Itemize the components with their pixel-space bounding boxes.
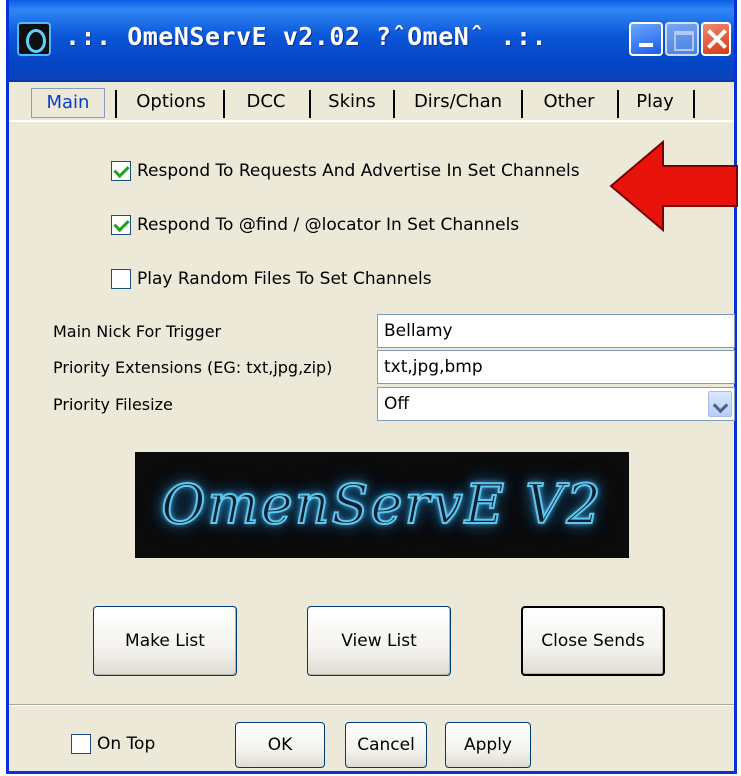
minimize-button[interactable] — [629, 22, 663, 56]
respond-requests-checkbox[interactable] — [111, 161, 131, 181]
logo-text: OmenServE V2 — [160, 472, 603, 537]
tab-separator — [393, 90, 395, 118]
title-bar[interactable]: .:. OmeNServE v2.02 ?ˆOmeNˆ .:. — [9, 0, 734, 82]
tab-dcc[interactable]: DCC — [231, 86, 301, 118]
tab-skins[interactable]: Skins — [317, 86, 387, 118]
tab-separator — [521, 90, 523, 118]
omenserve-window: .:. OmeNServE v2.02 ?ˆOmeNˆ .:. Main Opt… — [6, 0, 738, 774]
app-icon[interactable] — [17, 22, 51, 56]
priority-filesize-label: Priority Filesize — [53, 395, 173, 414]
priority-extensions-input[interactable]: txt,jpg,bmp — [377, 350, 735, 384]
omenserve-logo: OmenServE V2 — [135, 452, 629, 558]
tab-main[interactable]: Main — [31, 88, 105, 118]
play-random-label: Play Random Files To Set Channels — [137, 269, 432, 289]
apply-button[interactable]: Apply — [445, 722, 531, 768]
view-list-button[interactable]: View List — [307, 606, 451, 676]
close-sends-button[interactable]: Close Sends — [521, 606, 665, 676]
chevron-down-icon[interactable] — [708, 391, 732, 417]
tab-separator — [309, 90, 311, 118]
option-respond-find[interactable]: Respond To @find / @locator In Set Chann… — [111, 212, 519, 238]
ok-button[interactable]: OK — [235, 722, 325, 768]
tab-play[interactable]: Play — [625, 86, 685, 118]
tab-separator — [115, 90, 117, 118]
close-button[interactable] — [701, 22, 731, 56]
respond-find-label: Respond To @find / @locator In Set Chann… — [137, 215, 520, 235]
tab-separator — [693, 90, 695, 118]
red-arrow-icon — [609, 140, 738, 232]
option-play-random[interactable]: Play Random Files To Set Channels — [111, 266, 432, 292]
tab-underline — [9, 120, 734, 122]
main-nick-label: Main Nick For Trigger — [53, 322, 222, 341]
play-random-checkbox[interactable] — [111, 269, 131, 289]
window-title: .:. OmeNServE v2.02 ?ˆOmeNˆ .:. — [65, 22, 548, 51]
on-top-checkbox[interactable] — [71, 734, 91, 754]
respond-requests-label: Respond To Requests And Advertise In Set… — [137, 161, 580, 181]
respond-find-checkbox[interactable] — [111, 215, 131, 235]
option-respond-requests[interactable]: Respond To Requests And Advertise In Set… — [111, 158, 580, 184]
tab-options[interactable]: Options — [125, 86, 217, 118]
priority-filesize-value: Off — [384, 394, 410, 414]
make-list-button[interactable]: Make List — [93, 606, 237, 676]
tab-other[interactable]: Other — [529, 86, 609, 118]
maximize-button[interactable] — [665, 22, 699, 56]
cancel-button[interactable]: Cancel — [345, 722, 427, 768]
main-nick-input[interactable]: Bellamy — [377, 314, 735, 348]
priority-extensions-label: Priority Extensions (EG: txt,jpg,zip) — [53, 358, 333, 377]
tab-bar: Main Options DCC Skins Dirs/Chan Other P… — [9, 84, 734, 120]
priority-filesize-select[interactable]: Off — [377, 387, 735, 421]
tab-dirs-chan[interactable]: Dirs/Chan — [403, 86, 513, 118]
tab-separator — [223, 90, 225, 118]
tab-separator — [617, 90, 619, 118]
on-top-label: On Top — [97, 734, 156, 754]
option-on-top[interactable]: On Top — [71, 731, 155, 757]
